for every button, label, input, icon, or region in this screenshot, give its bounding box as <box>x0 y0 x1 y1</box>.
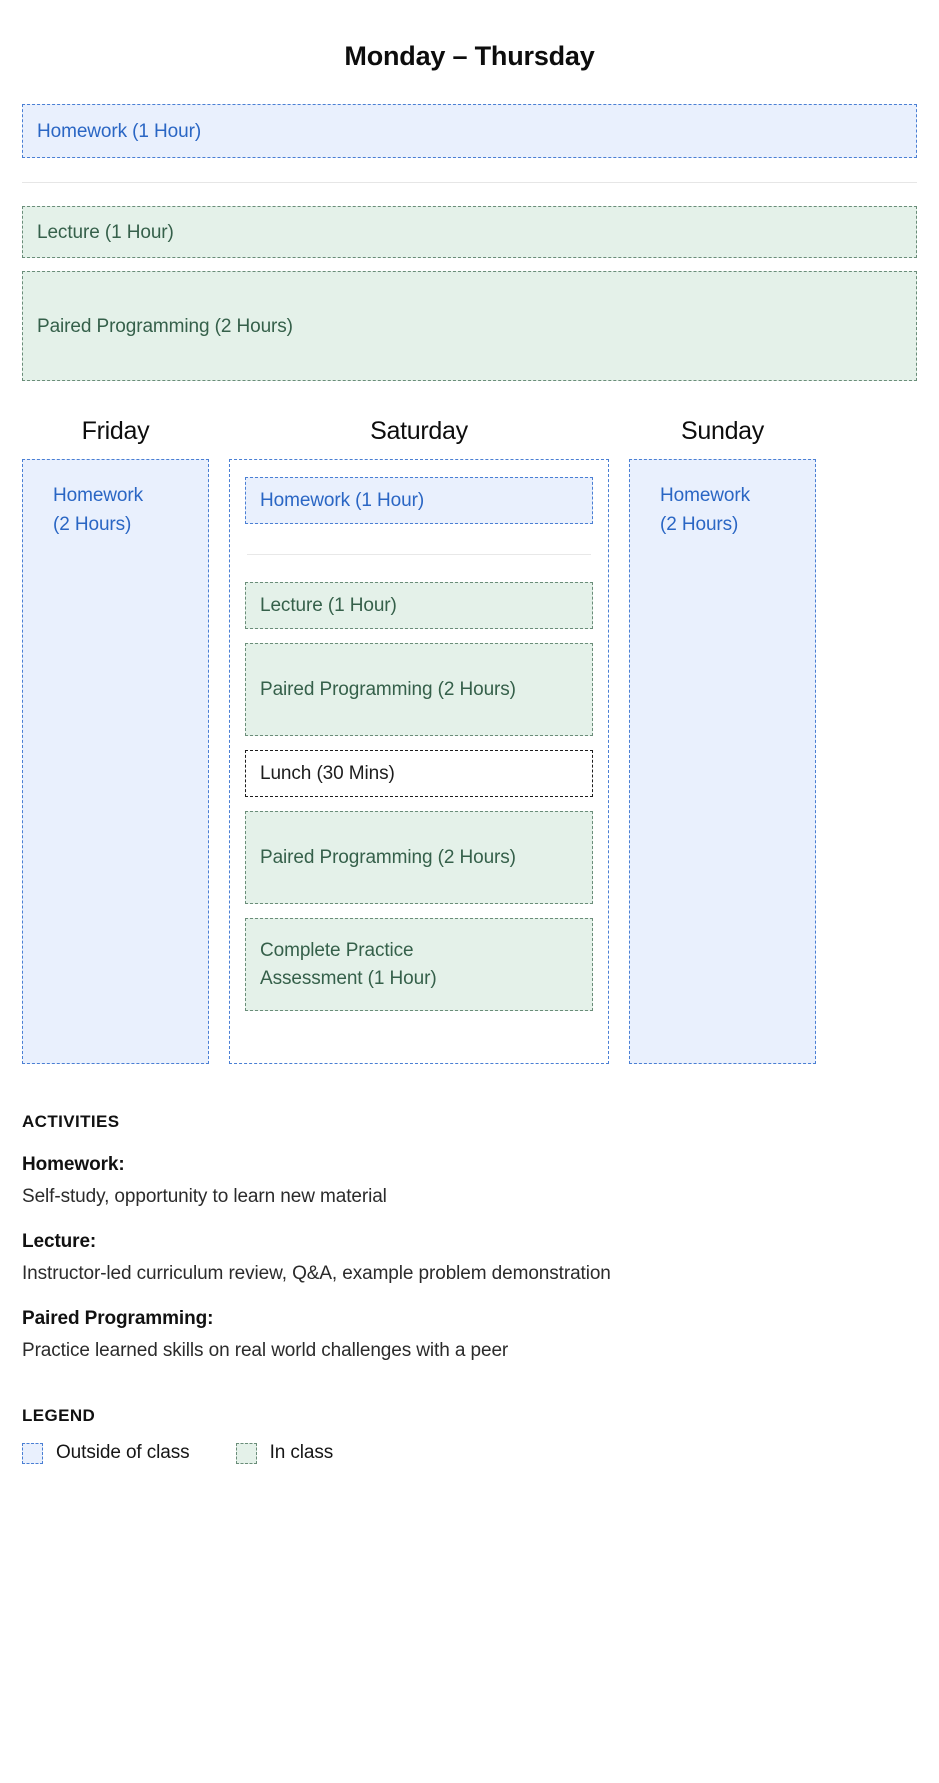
gap-saturday-sunday <box>609 459 629 1064</box>
activity-item-paired-programming: Paired Programming: Practice learned ski… <box>22 1308 917 1364</box>
saturday-block-homework[interactable]: Homework (1 Hour) <box>245 477 593 525</box>
weekday-spacer <box>22 258 917 271</box>
activity-desc-paired-programming: Practice learned skills on real world ch… <box>22 1339 509 1361</box>
outside-of-class-swatch-icon <box>22 1442 43 1464</box>
legend-label-outside-of-class: Outside of class <box>56 1442 190 1464</box>
weekday-block-homework-label: Homework (1 Hour) <box>37 120 202 142</box>
activities-section: ACTIVITIES Homework: Self-study, opportu… <box>0 1112 939 1363</box>
legend-heading: LEGEND <box>22 1406 96 1426</box>
legend-section: LEGEND Outside of class In class <box>0 1406 939 1464</box>
day-header-friday: Friday <box>81 417 150 446</box>
activity-term-paired-programming: Paired Programming: <box>22 1307 214 1329</box>
friday-block-homework-label: Homework (2 Hours) <box>53 485 143 535</box>
saturday-block-paired-programming-2-label: Paired Programming (2 Hours) <box>260 847 516 869</box>
saturday-block-homework-label: Homework (1 Hour) <box>260 490 425 512</box>
weekend-schedule: Friday Saturday Sunday Homework (2 Hours… <box>0 417 939 1065</box>
activity-term-homework: Homework: <box>22 1154 125 1176</box>
weekday-divider <box>22 182 917 184</box>
saturday-block-lecture[interactable]: Lecture (1 Hour) <box>245 582 593 630</box>
activity-item-homework: Homework: Self-study, opportunity to lea… <box>22 1154 917 1210</box>
weekday-section-title: Monday – Thursday <box>344 41 595 71</box>
weekend-day-columns: Homework (2 Hours) Homework (1 Hour) Lec… <box>22 459 917 1065</box>
activity-desc-lecture: Instructor-led curriculum review, Q&A, e… <box>22 1263 611 1285</box>
saturday-block-practice-assessment[interactable]: Complete Practice Assessment (1 Hour) <box>245 918 593 1012</box>
weekday-block-lecture[interactable]: Lecture (1 Hour) <box>22 206 917 259</box>
saturday-block-paired-programming-2[interactable]: Paired Programming (2 Hours) <box>245 811 593 905</box>
saturday-block-list: Homework (1 Hour) Lecture (1 Hour) Paire… <box>230 477 608 1080</box>
weekday-block-lecture-label: Lecture (1 Hour) <box>37 221 174 243</box>
day-header-sunday: Sunday <box>681 417 764 446</box>
saturday-block-paired-programming-1-label: Paired Programming (2 Hours) <box>260 679 516 701</box>
day-header-saturday: Saturday <box>370 417 468 446</box>
activity-term-lecture: Lecture: <box>22 1231 97 1253</box>
legend-label-in-class: In class <box>269 1442 334 1464</box>
activity-item-lecture: Lecture: Instructor-led curriculum revie… <box>22 1231 917 1287</box>
saturday-block-lecture-label: Lecture (1 Hour) <box>260 595 397 617</box>
saturday-block-lunch[interactable]: Lunch (30 Mins) <box>245 750 593 798</box>
schedule-page: Monday – Thursday Homework (1 Hour) Lect… <box>0 0 939 1783</box>
activity-desc-homework: Self-study, opportunity to learn new mat… <box>22 1186 387 1208</box>
saturday-block-paired-programming-1[interactable]: Paired Programming (2 Hours) <box>245 643 593 737</box>
sunday-block-homework-label: Homework (2 Hours) <box>660 485 750 535</box>
weekday-block-homework[interactable]: Homework (1 Hour) <box>22 104 917 159</box>
in-class-swatch-icon <box>235 1442 257 1464</box>
gap-friday-saturday <box>209 459 229 1064</box>
weekday-block-paired-programming-label: Paired Programming (2 Hours) <box>37 315 293 337</box>
saturday-divider <box>247 554 591 556</box>
weekday-schedule: Homework (1 Hour) Lecture (1 Hour) Paire… <box>0 104 939 382</box>
activities-heading: ACTIVITIES <box>22 1112 120 1132</box>
legend-item-outside-of-class: Outside of class <box>22 1442 190 1464</box>
legend-items: Outside of class In class <box>22 1442 917 1464</box>
saturday-block-lunch-label: Lunch (30 Mins) <box>260 763 395 785</box>
day-column-saturday[interactable]: Homework (1 Hour) Lecture (1 Hour) Paire… <box>229 459 609 1065</box>
legend-item-in-class: In class <box>235 1442 334 1464</box>
day-column-sunday[interactable]: Homework (2 Hours) <box>629 459 816 1065</box>
saturday-block-practice-assessment-label: Complete Practice Assessment (1 Hour) <box>260 940 437 989</box>
day-column-friday[interactable]: Homework (2 Hours) <box>22 459 209 1065</box>
weekday-block-paired-programming[interactable]: Paired Programming (2 Hours) <box>22 271 917 382</box>
weekend-day-headers: Friday Saturday Sunday <box>22 417 917 459</box>
